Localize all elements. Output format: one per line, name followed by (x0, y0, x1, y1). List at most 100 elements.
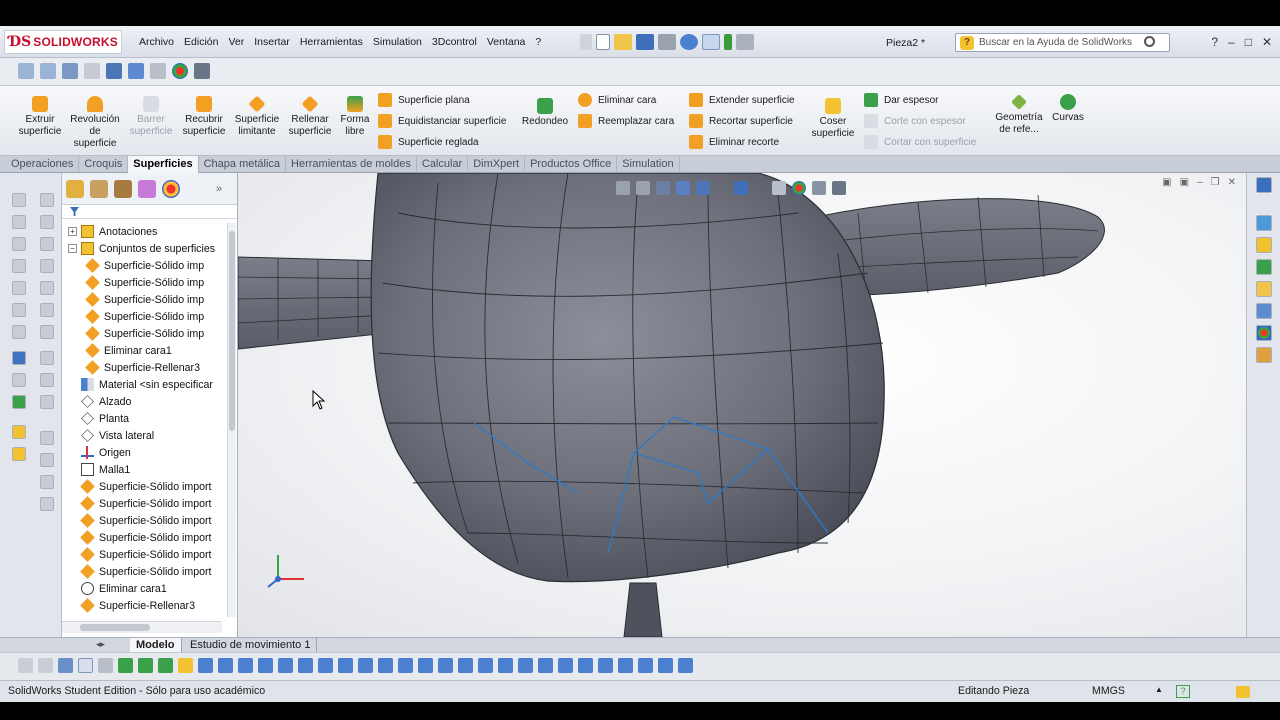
hide-show-icon[interactable] (772, 181, 786, 195)
tab-croquis[interactable]: Croquis (79, 156, 129, 173)
tab-chapa-metalica[interactable]: Chapa metálica (199, 156, 287, 173)
knit-surface-button[interactable]: Coser superficie (808, 98, 858, 140)
sketch-tool-icon[interactable] (40, 215, 54, 229)
save-icon[interactable] (636, 34, 654, 50)
surface-cut-button[interactable]: Cortar con superficie (864, 135, 976, 149)
feature-manager-icon[interactable] (66, 179, 84, 198)
filter-icon[interactable] (678, 658, 693, 673)
zoom-area-icon[interactable] (636, 181, 650, 195)
tab-dimxpert[interactable]: DimXpert (468, 156, 526, 173)
thickened-cut-button[interactable]: Corte con espesor (864, 114, 966, 128)
sketch-tool-icon[interactable] (12, 193, 26, 207)
filter-icon[interactable] (358, 658, 373, 673)
select-icon[interactable] (702, 34, 720, 50)
sketch-tool-icon[interactable] (12, 237, 26, 251)
menu-edicion[interactable]: Edición (179, 36, 223, 48)
viewport-close-icon[interactable]: ✕ (1228, 177, 1236, 188)
filter-icon[interactable] (558, 658, 573, 673)
search-icon[interactable] (1144, 36, 1155, 47)
dimxpert-manager-icon[interactable] (138, 179, 156, 198)
options-icon[interactable] (736, 34, 754, 50)
filter-curve-icon[interactable] (318, 658, 333, 673)
tree-item[interactable]: Superficie-Sólido imp (85, 257, 204, 274)
expand-toggle-icon[interactable]: + (68, 227, 77, 236)
fillet-button[interactable]: Redondeo (520, 98, 570, 128)
tree-item[interactable]: Malla1 (68, 461, 130, 478)
filter-icon[interactable] (538, 658, 553, 673)
units-selector[interactable]: MMGS (1092, 685, 1125, 697)
sketch-tool-icon[interactable] (40, 373, 54, 387)
sketch-tool-icon[interactable] (12, 281, 26, 295)
sketch-tool-icon[interactable] (40, 303, 54, 317)
new-document-icon[interactable] (596, 34, 610, 50)
tree-vertical-scrollbar[interactable] (227, 223, 236, 617)
tab-operaciones[interactable]: Operaciones (6, 156, 80, 173)
scene-icon[interactable] (194, 63, 210, 79)
property-manager-icon[interactable] (90, 179, 108, 198)
rebuild-status-icon[interactable] (1236, 686, 1250, 698)
sketch-tool-icon[interactable] (40, 237, 54, 251)
pin-icon[interactable] (580, 34, 592, 50)
offset-surface-button[interactable]: Equidistanciar superficie (378, 114, 506, 128)
filter-icon[interactable] (338, 658, 353, 673)
tab-herramientas-de-moldes[interactable]: Herramientas de moldes (286, 156, 417, 173)
menu-3dcontrol[interactable]: 3Dcontrol (427, 36, 482, 48)
configuration-manager-icon[interactable] (114, 179, 132, 198)
replace-face-button[interactable]: Reemplazar cara (578, 114, 674, 128)
filter-icon[interactable] (498, 658, 513, 673)
filter-surfaces-icon[interactable] (178, 658, 193, 673)
menu-ver[interactable]: Ver (223, 36, 249, 48)
close-button[interactable]: ✕ (1262, 35, 1272, 49)
section-view-icon[interactable] (676, 181, 690, 195)
sketch-tool-icon[interactable] (40, 475, 54, 489)
filter-icon[interactable] (398, 658, 413, 673)
filter-icon[interactable] (418, 658, 433, 673)
open-folder-icon[interactable] (614, 34, 632, 50)
freeform-button[interactable]: Forma libre (338, 96, 372, 138)
boundary-surface-button[interactable]: Superficie limitante (232, 95, 282, 138)
forum-icon[interactable] (1256, 347, 1272, 363)
extruded-surface-button[interactable]: Extruir superficie (18, 96, 62, 138)
filter-icon[interactable] (598, 658, 613, 673)
feature-icon[interactable] (12, 447, 26, 461)
help-search-box[interactable]: ? Buscar en la Ayuda de SolidWorks (955, 33, 1170, 52)
swept-surface-button[interactable]: Barrer superficie (126, 96, 176, 138)
viewport-minimize-icon[interactable]: – (1197, 177, 1203, 188)
filter-icon[interactable] (638, 658, 653, 673)
filter-icon[interactable] (478, 658, 493, 673)
tree-item[interactable]: Superficie-Rellenar3 (68, 597, 195, 614)
untrim-surface-button[interactable]: Eliminar recorte (689, 135, 779, 149)
filter-sketch-icon[interactable] (278, 658, 293, 673)
filter-planes-icon[interactable] (218, 658, 233, 673)
design-library-icon[interactable] (1256, 215, 1272, 231)
viewport-restore-icon[interactable]: ❐ (1211, 177, 1220, 188)
tree-item[interactable]: + Anotaciones (68, 223, 157, 240)
section-view-icon[interactable] (84, 63, 100, 79)
tree-item[interactable]: Origen (68, 444, 131, 461)
maximize-button[interactable]: □ (1245, 35, 1252, 49)
sketch-tool-icon[interactable] (40, 431, 54, 445)
filter-vertices-icon[interactable] (258, 658, 273, 673)
tree-item[interactable]: Vista lateral (68, 427, 154, 444)
tree-item[interactable]: Superficie-Sólido import (68, 529, 211, 546)
tree-item[interactable]: Material <sin especificar (68, 376, 213, 393)
zoom-to-fit-icon[interactable] (18, 63, 34, 79)
zoom-area-icon[interactable] (40, 63, 56, 79)
graphics-viewport[interactable]: ▣ ▣ – ❐ ✕ (238, 173, 1246, 637)
tab-simulation[interactable]: Simulation (617, 156, 680, 173)
feature-icon[interactable] (12, 425, 26, 439)
menu-ventana[interactable]: Ventana (482, 36, 531, 48)
tree-item[interactable]: Alzado (68, 393, 131, 410)
tree-filter[interactable] (62, 205, 237, 219)
view-orientation-icon[interactable] (106, 63, 122, 79)
pointer-icon[interactable] (98, 658, 113, 673)
status-help-button[interactable]: ? (1176, 685, 1190, 698)
planar-surface-button[interactable]: Superficie plana (378, 93, 470, 107)
solidworks-logo[interactable]: ƊS SOLIDWORKS (4, 30, 122, 54)
filled-surface-button[interactable]: Rellenar superficie (286, 95, 334, 138)
sketch-tool-icon[interactable] (40, 259, 54, 273)
viewport-split-icon[interactable]: ▣ (1162, 177, 1171, 188)
filter-axes-icon[interactable] (198, 658, 213, 673)
undo-icon[interactable] (680, 34, 698, 50)
trim-surface-button[interactable]: Recortar superficie (689, 114, 793, 128)
